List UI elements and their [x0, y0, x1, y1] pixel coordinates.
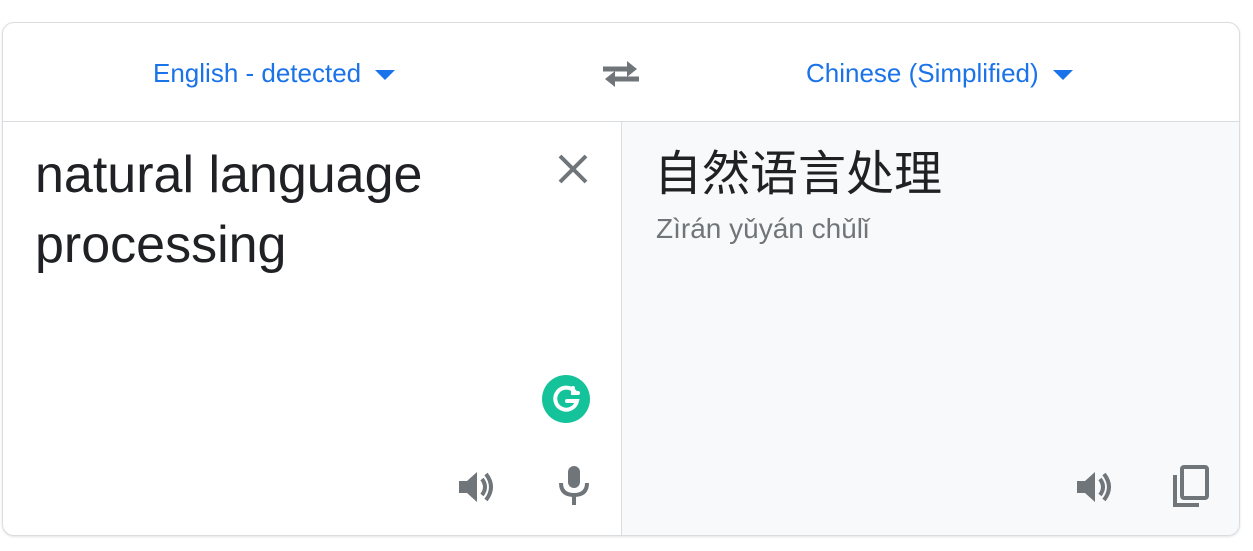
voice-input-button[interactable]: [552, 463, 596, 507]
target-language-label: Chinese (Simplified): [806, 57, 1039, 88]
clear-text-button[interactable]: [556, 152, 590, 186]
chevron-down-icon: [375, 70, 396, 80]
target-pane: 自然语言处理 Zìrán yǔyán chǔlǐ: [622, 122, 1239, 535]
close-icon: [558, 154, 588, 184]
microphone-icon: [559, 466, 589, 505]
copy-icon: [1173, 465, 1209, 507]
grammarly-icon: [553, 385, 580, 412]
source-language-label: English - detected: [153, 57, 362, 88]
translated-text: 自然语言处理: [654, 146, 943, 202]
swap-languages-button[interactable]: [599, 55, 643, 91]
chevron-down-icon: [1052, 70, 1073, 80]
speaker-icon: [1077, 472, 1111, 502]
copy-translation-button[interactable]: [1169, 463, 1213, 507]
swap-icon: [603, 61, 639, 87]
source-text-input[interactable]: natural language processing: [35, 140, 515, 280]
listen-source-button[interactable]: [455, 465, 499, 509]
speaker-icon: [459, 472, 493, 502]
target-language-selector[interactable]: Chinese (Simplified): [806, 57, 1073, 89]
source-pane: natural language processing: [3, 122, 622, 535]
grammarly-button[interactable]: [542, 375, 590, 423]
listen-translation-button[interactable]: [1073, 465, 1117, 509]
pinyin-text: Zìrán yǔyán chǔlǐ: [656, 213, 870, 244]
translate-card: English - detected Chinese (Simplified) …: [2, 22, 1240, 536]
source-language-selector[interactable]: English - detected: [153, 57, 396, 89]
language-bar: English - detected Chinese (Simplified): [3, 23, 1239, 122]
